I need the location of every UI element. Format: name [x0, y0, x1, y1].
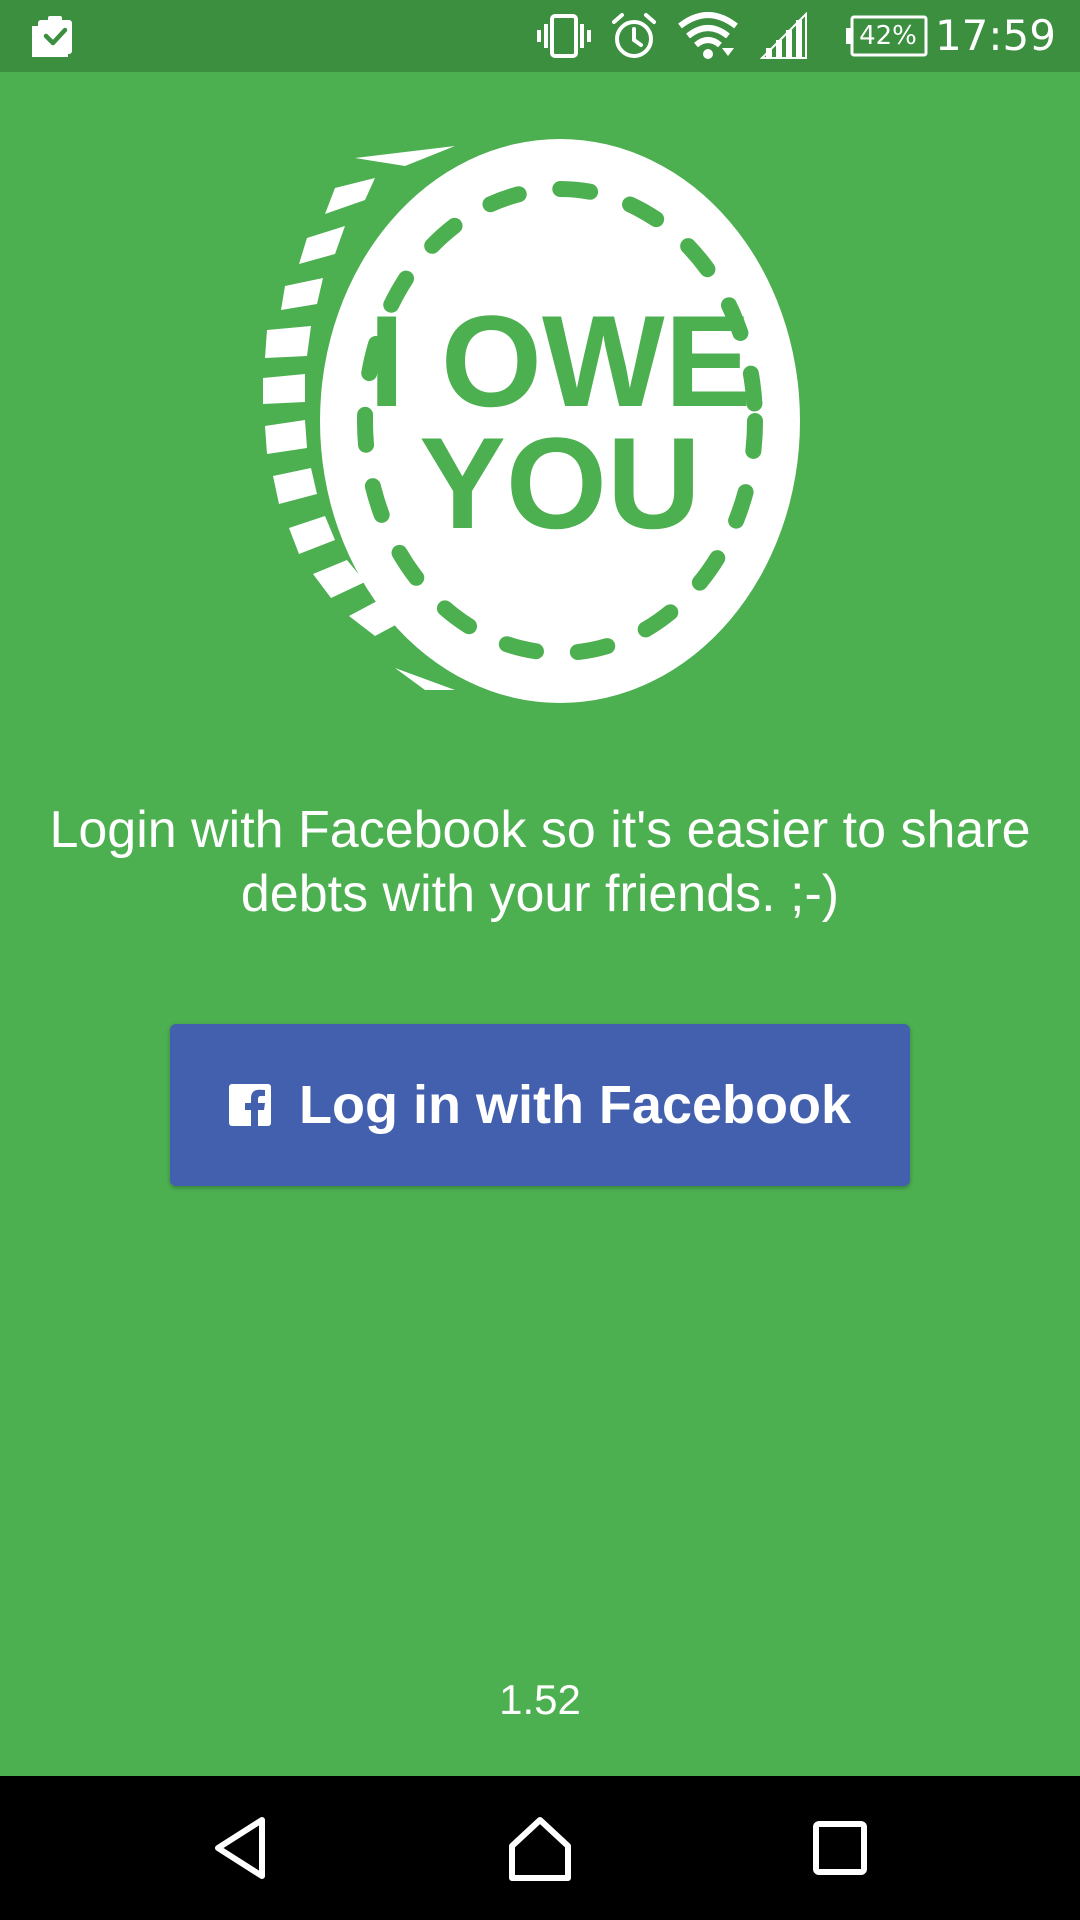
facebook-login-button[interactable]: Log in with Facebook [170, 1024, 910, 1186]
home-icon[interactable] [504, 1812, 576, 1884]
app-version: 1.52 [499, 1676, 581, 1723]
clipboard-check-icon [32, 16, 72, 57]
alarm-icon [612, 13, 656, 58]
facebook-login-label: Log in with Facebook [299, 1075, 851, 1135]
facebook-icon [229, 1084, 271, 1126]
logo-text-line2: YOU [419, 410, 701, 556]
login-screen: 42% 17:59 I OWE YOU Login with Facebook … [0, 0, 1080, 1920]
clock: 17:59 [934, 11, 1056, 60]
status-bar: 42% 17:59 [0, 0, 1080, 72]
battery-percentage: 42% [859, 21, 917, 51]
wifi-icon [678, 12, 738, 59]
vibrate-icon [537, 14, 591, 58]
iowe-you-logo: I OWE YOU [263, 139, 800, 703]
back-icon[interactable] [204, 1812, 276, 1884]
login-tagline: Login with Facebook so it's easier to sh… [49, 801, 1031, 923]
signal-icon [760, 12, 807, 59]
navigation-bar [0, 1776, 1080, 1920]
recents-icon[interactable] [804, 1812, 876, 1884]
